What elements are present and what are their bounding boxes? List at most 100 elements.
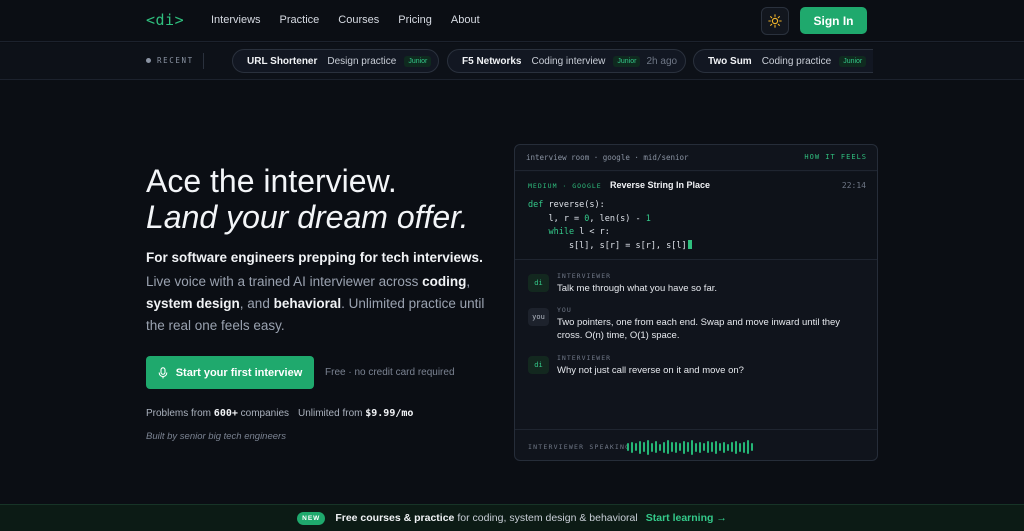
how-it-feels-label: HOW IT FEELS: [804, 153, 867, 161]
hero-lead-bold: For software engineers prepping for tech…: [146, 250, 483, 265]
message-author: YOU: [557, 306, 572, 314]
message-author: INTERVIEWER: [557, 272, 612, 280]
card-header: interview room · google · mid/senior HOW…: [515, 145, 877, 171]
lead-coding: coding: [422, 274, 467, 289]
start-learning-link[interactable]: Start learning →: [646, 512, 727, 524]
recent-chip-url-shortener[interactable]: URL Shortener Design practice Junior: [232, 49, 439, 73]
stat-text: companies: [237, 408, 290, 419]
waveform-bar: [655, 441, 657, 453]
waveform-bar: [739, 442, 741, 452]
message-text: Talk me through what you have so far.: [557, 283, 718, 294]
chip-level-badge: Junior: [613, 55, 641, 67]
recent-chip-two-sum[interactable]: Two Sum Coding practice Junior: [693, 49, 873, 73]
chip-time-ago: 2h ago: [646, 55, 678, 67]
waveform-bar: [691, 439, 693, 455]
waveform-bar: [707, 441, 709, 453]
chip-title: URL Shortener: [247, 55, 318, 67]
microphone-icon: [158, 366, 168, 378]
waveform-bar: [671, 442, 673, 452]
audio-waveform: [627, 438, 753, 456]
chip-kind: Design practice: [327, 55, 397, 67]
avatar: di: [528, 356, 549, 374]
waveform-bar: [675, 441, 677, 453]
avatar: you: [528, 308, 549, 326]
start-interview-button[interactable]: Start your first interview: [146, 356, 314, 389]
timer: 22:14: [841, 181, 866, 190]
theme-toggle-button[interactable]: [761, 7, 789, 35]
hero-lead: Live voice with a trained AI interviewer…: [146, 271, 486, 337]
lead-behavioral: behavioral: [273, 296, 342, 311]
waveform-bar: [747, 440, 749, 454]
promo-banner: NEW Free courses & practice for coding, …: [0, 504, 1024, 531]
code-snippet: def reverse(s): l, r = 0, len(s) - 1 whi…: [528, 199, 692, 253]
chip-title: F5 Networks: [462, 55, 522, 67]
waveform-bar: [699, 441, 701, 453]
waveform-bar: [711, 442, 713, 452]
stat-pricing: Unlimited from $9.99/mo: [298, 408, 413, 419]
code-editor: MEDIUM · GOOGLE Reverse String In Place …: [515, 172, 877, 260]
waveform-bar: [639, 440, 641, 454]
waveform-bar: [667, 440, 669, 454]
question-title: Reverse String In Place: [610, 180, 711, 190]
nav-link-courses[interactable]: Courses: [338, 14, 379, 26]
recent-chip-f5-networks[interactable]: F5 Networks Coding interview Junior 2h a…: [447, 49, 686, 73]
new-badge: NEW: [297, 511, 326, 525]
waveform-bar: [659, 443, 661, 451]
stat-problems: Problems from 600+ companies: [146, 408, 289, 419]
banner-text: for coding, system design & behavioral: [457, 512, 638, 524]
hero-title-line2: Land your dream offer.: [146, 199, 469, 235]
lead-comma: ,: [466, 274, 471, 289]
card-breadcrumb: interview room · google · mid/senior: [526, 153, 689, 162]
lead-and: , and: [239, 296, 274, 311]
waveform-bar: [715, 440, 717, 454]
logo[interactable]: <di>: [146, 11, 184, 29]
speaking-indicator: INTERVIEWER SPEAKING: [515, 429, 877, 460]
banner-bold-text: Free courses & practice: [335, 512, 455, 524]
waveform-bar: [719, 443, 721, 451]
recent-bar: RECENT URL Shortener Design practice Jun…: [0, 43, 1024, 80]
recent-label-text: RECENT: [157, 56, 194, 65]
hero-title-line1: Ace the interview.: [146, 163, 397, 199]
nav-link-practice[interactable]: Practice: [280, 14, 320, 26]
top-nav: <di> Interviews Practice Courses Pricing…: [0, 0, 1024, 42]
question-meta: MEDIUM · GOOGLE: [528, 182, 602, 190]
recent-label: RECENT: [146, 56, 194, 65]
cta-note: Free · no credit card required: [325, 367, 455, 378]
speaking-label: INTERVIEWER SPEAKING: [528, 443, 631, 451]
lead-system-design: system design: [146, 296, 240, 311]
nav-link-about[interactable]: About: [451, 14, 480, 26]
text-cursor: [687, 239, 692, 249]
waveform-bar: [695, 442, 697, 452]
divider: [203, 53, 204, 69]
waveform-bar: [627, 443, 629, 451]
interview-preview-card: interview room · google · mid/senior HOW…: [514, 144, 878, 461]
waveform-bar: [743, 441, 745, 453]
waveform-bar: [663, 441, 665, 453]
nav-link-interviews[interactable]: Interviews: [211, 14, 261, 26]
chip-level-badge: Junior: [404, 55, 432, 67]
sun-icon: [768, 14, 782, 28]
stat-text: Unlimited from: [298, 408, 366, 419]
stat-number: 600+: [213, 408, 238, 419]
waveform-bar: [647, 439, 649, 455]
chip-kind: Coding practice: [761, 55, 832, 67]
waveform-bar: [727, 443, 729, 451]
chip-level-badge: Junior: [839, 55, 867, 67]
waveform-bar: [703, 443, 705, 451]
chip-title: Two Sum: [708, 55, 752, 67]
waveform-bar: [735, 440, 737, 454]
nav-link-pricing[interactable]: Pricing: [398, 14, 432, 26]
waveform-bar: [687, 442, 689, 452]
waveform-bar: [683, 440, 685, 454]
chip-kind: Coding interview: [531, 55, 606, 67]
message-text: Two pointers, one from each end. Swap an…: [557, 317, 841, 341]
waveform-bar: [635, 443, 637, 451]
avatar: di: [528, 274, 549, 292]
sign-in-button[interactable]: Sign In: [800, 7, 867, 34]
message-text: Why not just call reverse on it and move…: [557, 365, 744, 376]
waveform-bar: [731, 442, 733, 452]
nav-links: Interviews Practice Courses Pricing Abou…: [211, 14, 499, 26]
waveform-bar: [651, 442, 653, 452]
waveform-bar: [631, 441, 633, 453]
message-author: INTERVIEWER: [557, 354, 612, 362]
